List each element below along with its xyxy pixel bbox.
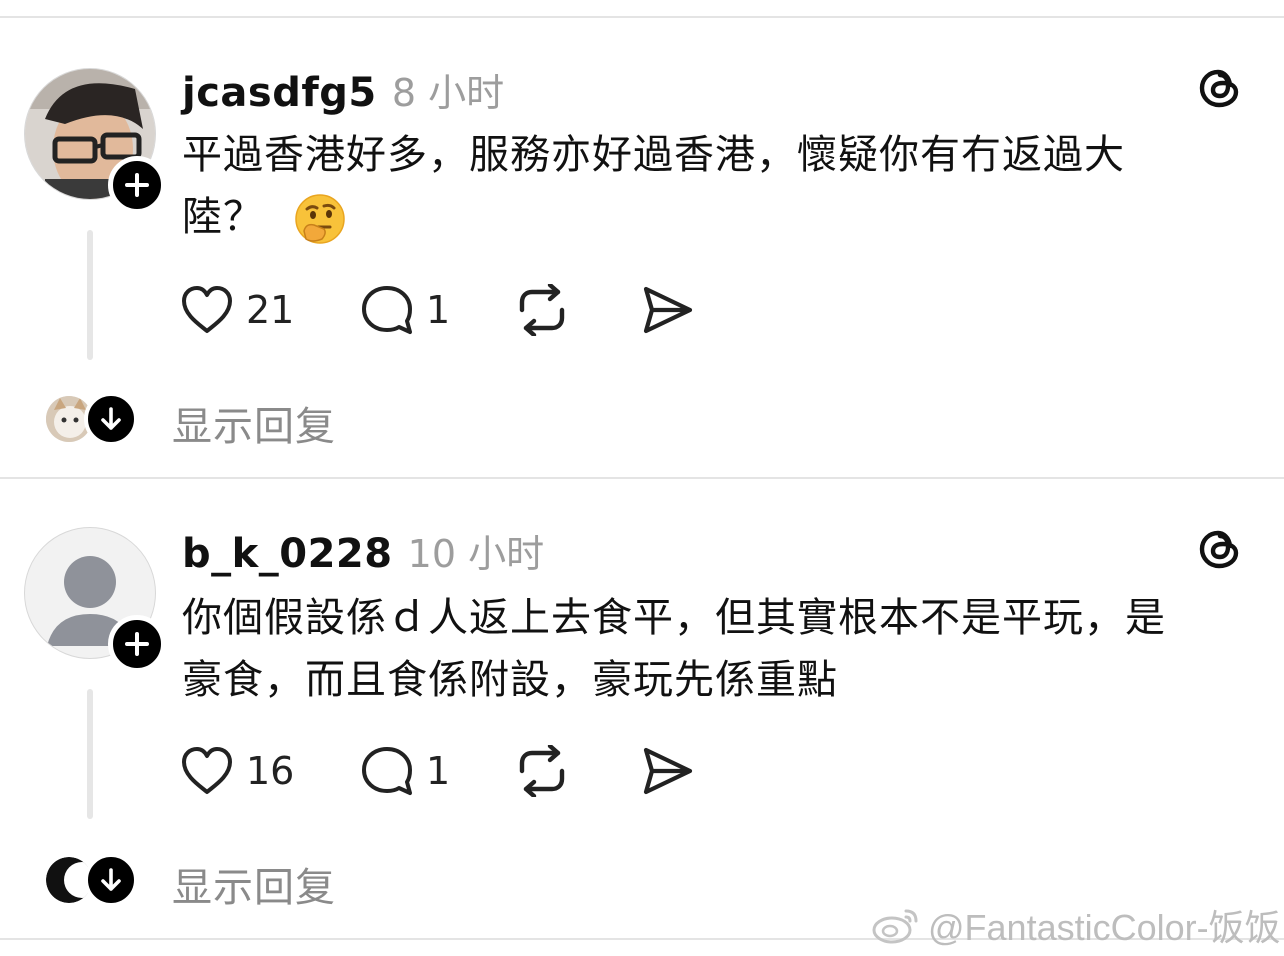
like-count: 16	[246, 749, 295, 793]
username[interactable]: jcasdfg5	[182, 70, 377, 116]
follow-button[interactable]	[108, 156, 166, 214]
post-actions: 16 1	[180, 743, 740, 799]
post-text: 平過香港好多，服務亦好過香港，懷疑你有冇返過大 陸？	[182, 124, 1262, 248]
comment-count: 1	[426, 288, 451, 332]
expand-replies-button[interactable]	[84, 853, 138, 907]
comment-button[interactable]: 1	[360, 743, 450, 799]
show-replies-label[interactable]: 显示回复	[172, 855, 336, 913]
send-icon	[643, 747, 693, 795]
heart-icon	[182, 747, 232, 794]
comment-button[interactable]: 1	[360, 282, 450, 338]
author-avatar[interactable]	[24, 68, 166, 214]
weibo-logo-icon	[872, 909, 918, 944]
plus-icon	[125, 632, 149, 656]
threads-logo-icon[interactable]	[1196, 64, 1244, 112]
repost-icon	[519, 284, 565, 336]
username[interactable]: b_k_0228	[182, 531, 393, 577]
post-text-line: 你個假設係ｄ人返上去食平，但其實根本不是平玩，是	[182, 595, 1166, 641]
post-time: 10 小时	[407, 532, 545, 576]
post-time: 8 小时	[391, 71, 505, 115]
share-button[interactable]	[640, 743, 696, 799]
post-card: b_k_0228 10 小时 你個假設係ｄ人返上去食平，但其實根本不是平玩，是 …	[0, 479, 1284, 919]
arrow-down-icon	[101, 868, 121, 891]
post-card: jcasdfg5 8 小时 平過香港好多，服務亦好過香港，懷疑你有冇返過大 陸？	[0, 18, 1284, 458]
weibo-watermark: @FantasticColor-饭饭	[872, 900, 1281, 950]
expand-replies-button[interactable]	[84, 392, 138, 446]
post-header: b_k_0228 10 小时	[182, 523, 544, 578]
watermark-text: @FantasticColor-饭饭	[928, 907, 1281, 948]
like-button[interactable]: 16	[180, 743, 294, 799]
repost-icon	[519, 745, 565, 797]
like-count: 21	[246, 288, 295, 332]
thinking-face-emoji	[294, 193, 346, 245]
post-text-line: 陸？	[182, 186, 1262, 248]
post-actions: 21 1	[180, 282, 740, 338]
post-text-line: 豪食，而且食係附設，豪玩先係重點	[182, 657, 838, 703]
like-button[interactable]: 21	[180, 282, 294, 338]
thread-line	[87, 230, 93, 360]
share-button[interactable]	[640, 282, 696, 338]
post-text-line: 平過香港好多，服務亦好過香港，懷疑你有冇返過大	[182, 132, 1125, 178]
heart-icon	[182, 286, 232, 333]
repost-button[interactable]	[514, 743, 570, 799]
comment-bubble-icon	[362, 286, 412, 334]
threads-logo-icon[interactable]	[1196, 525, 1244, 573]
plus-icon	[125, 173, 149, 197]
show-replies-row[interactable]: 显示回复	[46, 392, 446, 450]
repost-button[interactable]	[514, 282, 570, 338]
arrow-down-icon	[101, 407, 121, 430]
send-icon	[643, 286, 693, 334]
post-text-line-2: 陸？	[182, 194, 264, 240]
author-avatar[interactable]	[24, 527, 166, 673]
post-text: 你個假設係ｄ人返上去食平，但其實根本不是平玩，是 豪食，而且食係附設，豪玩先係重…	[182, 587, 1262, 711]
show-replies-label[interactable]: 显示回复	[172, 394, 336, 452]
show-replies-row[interactable]: 显示回复	[46, 853, 446, 911]
comment-bubble-icon	[362, 747, 412, 795]
follow-button[interactable]	[108, 615, 166, 673]
comment-count: 1	[426, 749, 451, 793]
thread-line	[87, 689, 93, 819]
post-header: jcasdfg5 8 小时	[182, 62, 504, 117]
